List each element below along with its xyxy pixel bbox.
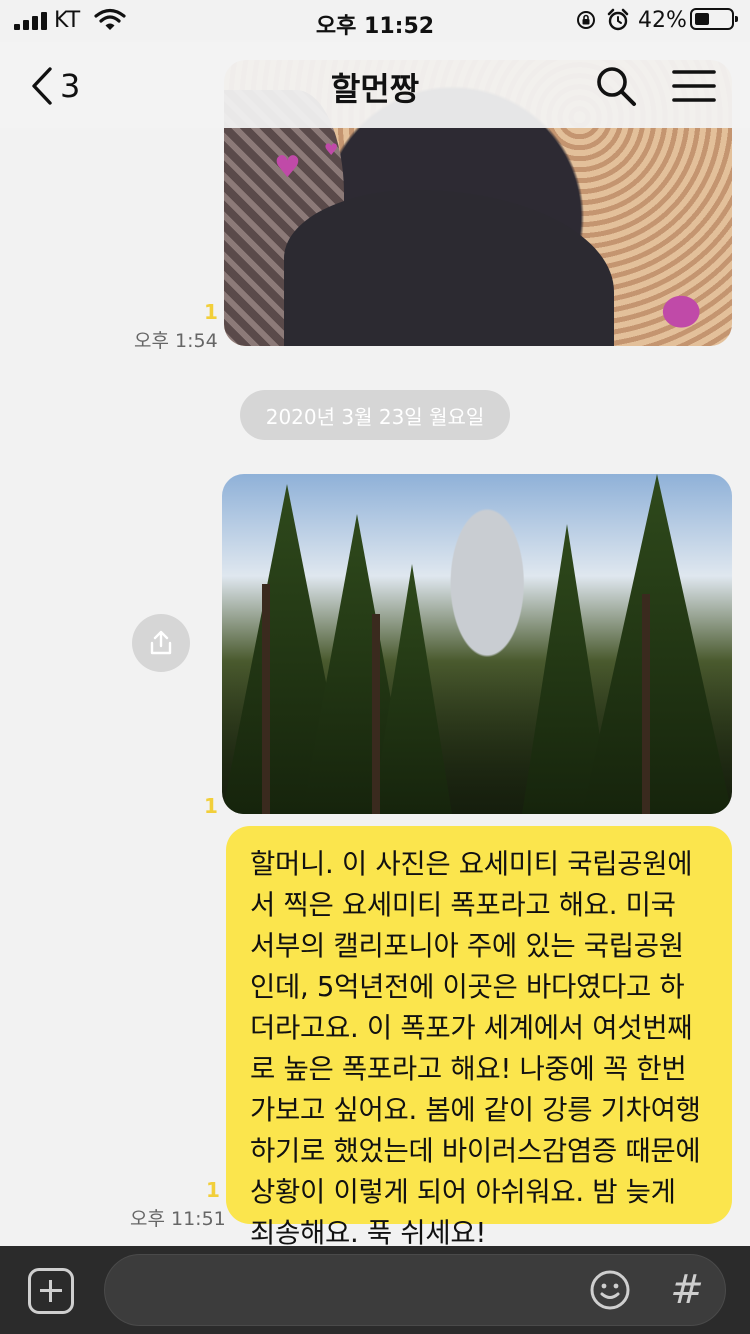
hash-icon[interactable]: #: [667, 1263, 707, 1317]
read-count: 1: [204, 300, 218, 324]
photo-detail: [284, 190, 614, 346]
share-button[interactable]: [132, 614, 190, 672]
text-message-bubble[interactable]: 할머니. 이 사진은 요세미티 국립공원에 서 찍은 요세미티 폭포라고 해요.…: [226, 826, 732, 1246]
message-line: 로 높은 폭포라고 해요! 나중에 꼭 한번: [250, 1053, 687, 1085]
chat-area[interactable]: ♥ ♥ 1 오후 1:54 2020년 3월 23일 월요일 1 할머니. 이 …: [0, 0, 750, 1246]
message-line: 할머니. 이 사진은 요세미티 국립공원에: [250, 848, 693, 880]
chat-header: 3 할먼짱: [0, 42, 750, 128]
heart-sticker-icon: ♥: [324, 140, 339, 159]
message-line: 죄송해요. 푹 쉬세요!: [250, 1217, 487, 1246]
message-line: 서부의 캘리포니아 주에 있는 국립공원: [250, 930, 684, 962]
message-line: 서 찍은 요세미티 폭포라고 해요. 미국: [250, 889, 676, 921]
back-button[interactable]: 3: [30, 64, 100, 108]
photo-detail: [642, 594, 650, 814]
photo-detail: [582, 474, 732, 814]
photo-message-yosemite[interactable]: [222, 474, 732, 814]
message-time: 오후 11:51: [130, 1208, 226, 1230]
message-input[interactable]: [129, 1255, 583, 1327]
message-line: 가보고 싶어요. 봄에 같이 강릉 기차여행: [250, 1094, 701, 1126]
message-line: 더라고요. 이 폭포가 세계에서 여섯번째: [250, 1012, 693, 1044]
battery-icon: [690, 8, 738, 30]
status-bar: KT 오후 11:52 42%: [0, 0, 750, 42]
plus-icon[interactable]: [28, 1268, 74, 1314]
message-line: 인데, 5억년전에 이곳은 바다였다고 하: [250, 971, 685, 1003]
heart-sticker-icon: ♥: [274, 150, 301, 185]
emoji-icon[interactable]: [589, 1269, 631, 1311]
message-input-field[interactable]: #: [104, 1254, 726, 1327]
unread-chat-count: 3: [60, 67, 81, 105]
message-time: 오후 1:54: [134, 330, 218, 352]
message-line: 하기로 했었는데 바이러스감염증 때문에: [250, 1135, 701, 1167]
search-icon[interactable]: [594, 64, 638, 108]
read-count: 1: [204, 794, 218, 818]
date-divider: 2020년 3월 23일 월요일: [240, 390, 510, 440]
input-bar: #: [0, 1246, 750, 1334]
rotation-lock-icon: [577, 11, 595, 29]
battery-percent: 42%: [638, 8, 687, 33]
alarm-icon: [607, 8, 629, 31]
back-chevron-icon: [32, 67, 52, 105]
message-line: 상황이 이렇게 되어 아쉬워요. 밤 늦게: [250, 1176, 676, 1208]
read-count: 1: [206, 1178, 220, 1202]
share-icon: [150, 630, 172, 655]
menu-icon[interactable]: [672, 68, 716, 104]
photo-detail: [262, 584, 270, 814]
photo-detail: [372, 614, 380, 814]
